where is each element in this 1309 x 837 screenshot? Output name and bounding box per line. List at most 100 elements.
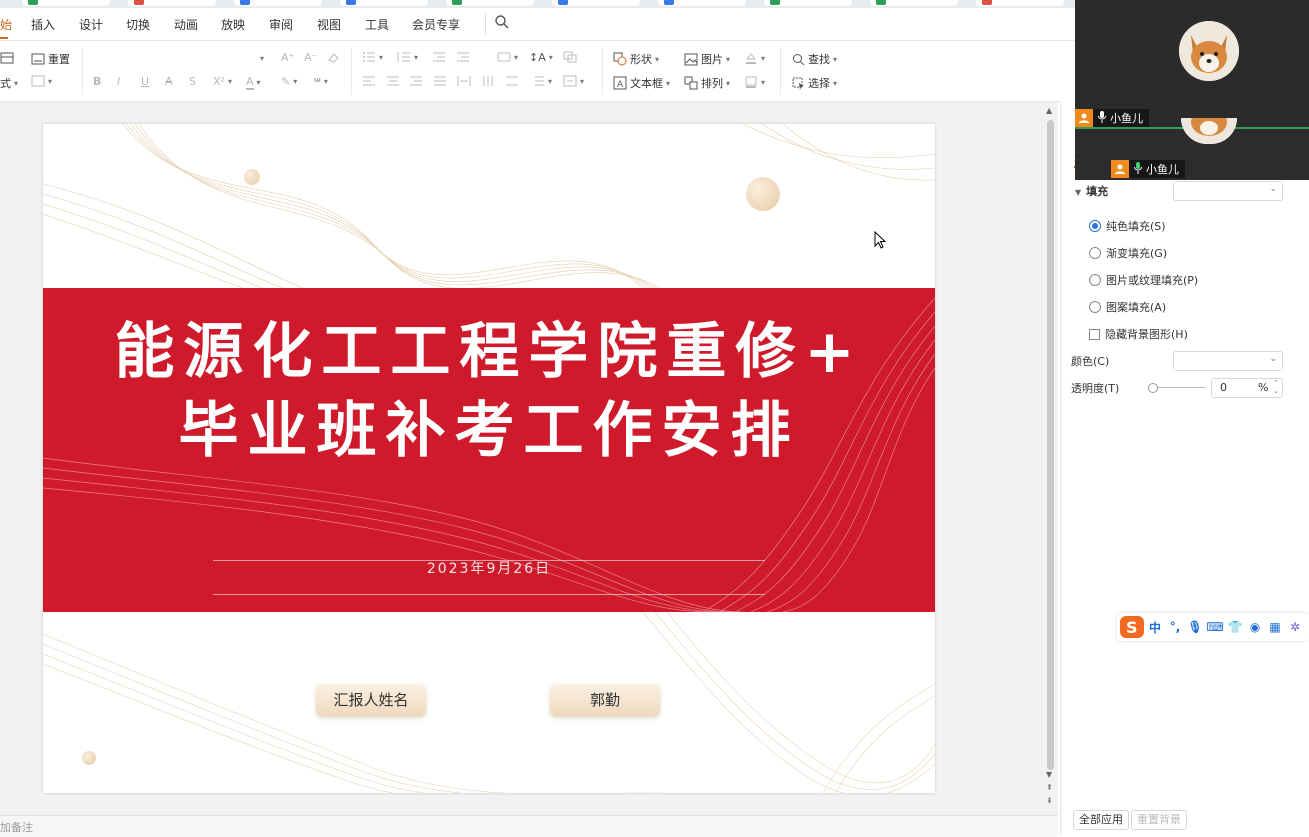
notes-bar[interactable]: 加备注 (0, 815, 1058, 837)
menu-slideshow[interactable]: 放映 (221, 16, 245, 33)
skin-icon[interactable]: 👕 (1225, 620, 1245, 634)
radio-pattern-fill[interactable]: 图案填充(A) (1089, 299, 1166, 315)
browser-tab[interactable] (552, 0, 640, 6)
clear-format-icon[interactable] (327, 51, 340, 64)
layout-icon[interactable] (0, 51, 14, 65)
notes-placeholder[interactable]: 加备注 (0, 819, 33, 835)
slide[interactable]: 能源化工工程学院重修+ 毕业班补考工作安排 2023年9月26日 汇报人姓名 郭… (43, 124, 935, 793)
fill-section-header[interactable]: ▼ 填充 (1075, 183, 1108, 199)
browser-tab[interactable] (340, 0, 428, 6)
video-tile-primary[interactable]: 小鱼儿 (1075, 0, 1309, 129)
convert-smartart-icon[interactable] (563, 51, 577, 63)
align-center-icon[interactable] (386, 75, 400, 87)
char-spacing-icon[interactable]: ᵚ ▾ (314, 75, 328, 88)
align-left-icon[interactable] (362, 75, 376, 87)
keyboard-icon[interactable]: ⌨ (1205, 620, 1225, 634)
radio-picture-fill[interactable]: 图片或纹理填充(P) (1089, 272, 1198, 288)
toolbox-icon[interactable]: ▦ (1265, 620, 1285, 634)
slider-knob[interactable] (1148, 383, 1158, 393)
textbox-button[interactable]: A 文本框 ▾ (613, 75, 670, 91)
text-direction-icon[interactable]: ▾ (497, 51, 518, 63)
transparency-slider[interactable] (1148, 383, 1206, 393)
scroll-down-icon[interactable]: ▼ (1046, 770, 1052, 779)
radio-button[interactable] (1089, 301, 1101, 313)
fill-type-dropdown[interactable]: ⌄ (1173, 181, 1283, 201)
shape-button[interactable]: 形状 ▾ (613, 51, 659, 67)
section-dropdown[interactable]: ▾ (31, 75, 52, 87)
settings-icon[interactable]: ✲ (1285, 620, 1305, 634)
radio-gradient-fill[interactable]: 渐变填充(G) (1089, 245, 1167, 261)
find-button[interactable]: 查找 ▾ (792, 51, 837, 67)
column-icon[interactable] (481, 75, 495, 87)
radio-button[interactable] (1089, 220, 1101, 232)
slide-date[interactable]: 2023年9月26日 (43, 558, 935, 578)
justify-icon[interactable] (433, 75, 447, 87)
menu-design[interactable]: 设计 (79, 16, 103, 33)
next-slide-icon[interactable]: ⇟ (1046, 796, 1053, 805)
voice-input-icon[interactable]: 🎙 (1185, 620, 1205, 634)
line-spacing-menu-icon[interactable]: ▾ (531, 75, 552, 87)
bullet-list-icon[interactable]: ▾ (362, 51, 383, 63)
punctuation-icon[interactable]: °, (1165, 620, 1185, 634)
numbered-list-icon[interactable]: ▾ (397, 51, 418, 63)
radio-button[interactable] (1089, 247, 1101, 259)
line-spacing-icon[interactable]: ↕A ▾ (529, 51, 553, 64)
outline-icon[interactable]: ▾ (744, 75, 765, 89)
spinner-arrows-icon[interactable]: ⌃ ⌄ (1273, 379, 1279, 395)
scroll-up-icon[interactable]: ▲ (1046, 106, 1052, 115)
font-color-icon[interactable]: A ▾ (246, 75, 261, 90)
apply-all-button[interactable]: 全部应用 (1073, 810, 1129, 830)
decrease-indent-icon[interactable] (432, 51, 446, 63)
font-shrink-icon[interactable]: A⁻ (304, 51, 317, 64)
browser-tab[interactable] (234, 0, 322, 6)
search-icon[interactable] (494, 14, 512, 32)
strikethrough-icon[interactable]: A (165, 75, 173, 88)
italic-icon[interactable]: I (117, 75, 120, 88)
reset-background-button[interactable]: 重置背景 (1131, 810, 1187, 830)
distribute-icon[interactable] (457, 75, 471, 87)
menu-review[interactable]: 审阅 (269, 16, 293, 33)
transparency-input[interactable]: 0 % ⌃ ⌄ (1211, 378, 1283, 398)
menu-insert[interactable]: 插入 (31, 16, 55, 33)
reset-button[interactable]: 重置 (31, 51, 70, 67)
browser-tab[interactable] (870, 0, 958, 6)
align-right-icon[interactable] (409, 75, 423, 87)
menu-animation[interactable]: 动画 (174, 16, 198, 33)
section-button[interactable]: 式 ▾ (0, 75, 18, 91)
browser-tab[interactable] (658, 0, 746, 6)
slide-title-line2[interactable]: 毕业班补考工作安排 (43, 395, 935, 467)
reporter-label-box[interactable]: 汇报人姓名 (316, 684, 426, 716)
browser-tab[interactable] (976, 0, 1064, 6)
menu-view[interactable]: 视图 (317, 16, 341, 33)
superscript-icon[interactable]: X² ▾ (213, 75, 232, 88)
browser-tab[interactable] (764, 0, 852, 6)
radio-button[interactable] (1089, 274, 1101, 286)
picture-button[interactable]: 图片 ▾ (684, 51, 730, 67)
menu-transitions[interactable]: 切换 (126, 16, 150, 33)
fill-icon[interactable]: ▾ (744, 51, 765, 65)
emoji-icon[interactable]: ◉ (1245, 620, 1265, 634)
text-align-vertical-icon[interactable]: ▾ (563, 75, 584, 87)
transparency-value[interactable]: 0 (1220, 381, 1227, 394)
highlight-icon[interactable]: ✎ ▾ (281, 75, 297, 88)
prev-slide-icon[interactable]: ⇞ (1046, 783, 1053, 792)
ime-toolbar[interactable]: S 中 °, 🎙 ⌨ 👕 ◉ ▦ ✲ (1117, 613, 1309, 641)
arrange-button[interactable]: 排列 ▾ (684, 75, 730, 91)
reporter-name-box[interactable]: 郭勤 (550, 684, 660, 716)
increase-indent-icon[interactable] (456, 51, 470, 63)
color-dropdown[interactable]: ⌄ (1173, 351, 1283, 371)
select-button[interactable]: 选择 ▾ (792, 75, 837, 91)
radio-solid-fill[interactable]: 纯色填充(S) (1089, 218, 1166, 234)
menu-tools[interactable]: 工具 (365, 16, 389, 33)
menu-home[interactable]: 始 (0, 16, 12, 33)
slide-title-line1[interactable]: 能源化工工程学院重修+ (43, 316, 935, 388)
checkbox[interactable] (1089, 328, 1100, 340)
browser-tab[interactable] (22, 0, 110, 6)
sogou-logo-icon[interactable]: S (1119, 615, 1145, 639)
browser-tab[interactable] (128, 0, 216, 6)
underline-icon[interactable]: U (141, 75, 149, 88)
shadow-icon[interactable]: S (189, 75, 196, 88)
para-spacing-icon[interactable] (505, 75, 519, 87)
hide-background-checkbox[interactable]: 隐藏背景图形(H) (1089, 326, 1188, 342)
bold-icon[interactable]: B (93, 75, 101, 88)
